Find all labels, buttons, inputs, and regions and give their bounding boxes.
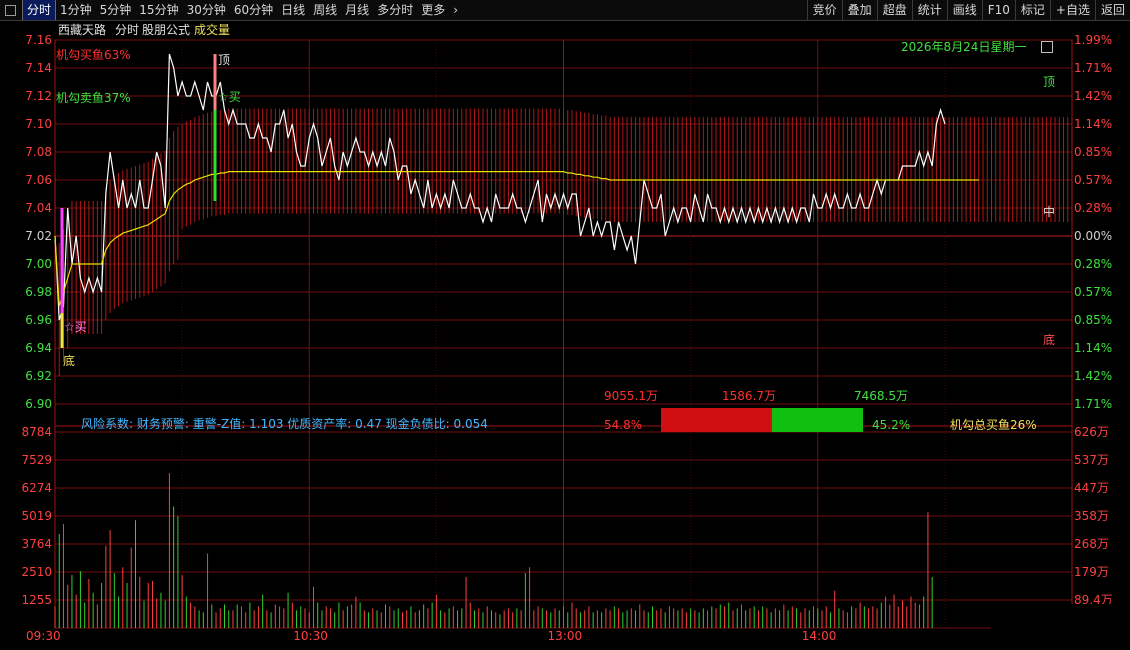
watermark-logo bbox=[991, 604, 1130, 650]
price-tick-label: 7.12 bbox=[25, 89, 52, 103]
formula-name: 股朋公式 bbox=[142, 23, 191, 37]
price-tick-label: 7.16 bbox=[25, 33, 52, 47]
percent-tick-label: 0.85% bbox=[1074, 313, 1113, 327]
price-tick-label: 7.06 bbox=[25, 173, 52, 187]
top-signal-label: 顶 bbox=[218, 53, 231, 67]
percent-tick-label: 1.99% bbox=[1074, 33, 1113, 47]
volume-tick-label: 2510 bbox=[21, 565, 52, 579]
amount-tick-label: 358万 bbox=[1074, 509, 1109, 523]
indicator-name: 成交量 bbox=[194, 23, 231, 37]
minimize-icon[interactable] bbox=[1041, 41, 1053, 53]
amount-tick-label: 447万 bbox=[1074, 481, 1109, 495]
price-tick-label: 7.08 bbox=[25, 145, 52, 159]
flow-red-bar bbox=[661, 408, 772, 432]
amount-tick-label: 537万 bbox=[1074, 453, 1109, 467]
right-bottom-label: 底 bbox=[1043, 333, 1056, 347]
percent-tick-label: 1.14% bbox=[1074, 117, 1113, 131]
chart-date: 2026年8月24日星期一 bbox=[901, 40, 1027, 54]
intraday-chart[interactable] bbox=[0, 0, 1130, 650]
price-tick-label: 7.04 bbox=[25, 201, 52, 215]
percent-tick-label: 0.28% bbox=[1074, 201, 1113, 215]
time-tick-label: 10:30 bbox=[293, 629, 328, 643]
percent-tick-label: 0.57% bbox=[1074, 285, 1113, 299]
right-top-label: 顶 bbox=[1043, 75, 1056, 89]
buy-signal-bottom: ☆买 bbox=[64, 320, 87, 334]
chart-mode: 分时 bbox=[115, 23, 140, 37]
price-tick-label: 7.14 bbox=[25, 61, 52, 75]
price-tick-label: 7.10 bbox=[25, 117, 52, 131]
price-tick-label: 6.90 bbox=[25, 397, 52, 411]
percent-tick-label: 1.42% bbox=[1074, 89, 1113, 103]
amount-tick-label: 179万 bbox=[1074, 565, 1109, 579]
mid-amount: 1586.7万 bbox=[722, 389, 776, 403]
percent-tick-label: 0.28% bbox=[1074, 257, 1113, 271]
flow-green-bar bbox=[771, 408, 863, 432]
percent-tick-label: 1.71% bbox=[1074, 397, 1113, 411]
amount-tick-label: 626万 bbox=[1074, 425, 1109, 439]
bottom-signal-label: 底 bbox=[63, 354, 76, 368]
volume-tick-label: 5019 bbox=[21, 509, 52, 523]
sell-ratio-label: 机勾卖鱼37% bbox=[56, 91, 131, 105]
red-amount: 9055.1万 bbox=[604, 389, 658, 403]
price-tick-label: 6.92 bbox=[25, 369, 52, 383]
volume-tick-label: 6274 bbox=[21, 481, 52, 495]
amount-tick-label: 268万 bbox=[1074, 537, 1109, 551]
price-tick-label: 6.96 bbox=[25, 313, 52, 327]
percent-tick-label: 0.85% bbox=[1074, 145, 1113, 159]
risk-info: 风险系数: 财务预警: 重警-Z值: 1.103 优质资产率: 0.47 现金负… bbox=[81, 417, 488, 431]
volume-tick-label: 3764 bbox=[21, 537, 52, 551]
percent-tick-label: 1.42% bbox=[1074, 369, 1113, 383]
percent-tick-label: 1.71% bbox=[1074, 61, 1113, 75]
right-mid-label: 中 bbox=[1043, 205, 1056, 219]
price-tick-label: 7.00 bbox=[25, 257, 52, 271]
time-tick-label: 09:30 bbox=[26, 629, 61, 643]
buy-signal-top: ☆买 bbox=[218, 90, 241, 104]
price-tick-label: 7.02 bbox=[25, 229, 52, 243]
percent-tick-label: 0.57% bbox=[1074, 173, 1113, 187]
green-percent: 45.2% bbox=[872, 418, 911, 432]
volume-tick-label: 8784 bbox=[21, 425, 52, 439]
time-tick-label: 13:00 bbox=[547, 629, 583, 643]
volume-tick-label: 7529 bbox=[21, 453, 52, 467]
green-amount: 7468.5万 bbox=[854, 389, 908, 403]
percent-tick-label: 0.00% bbox=[1074, 229, 1113, 243]
price-tick-label: 6.94 bbox=[25, 341, 52, 355]
red-percent: 54.8% bbox=[604, 418, 643, 432]
total-ratio: 机勾总买鱼26% bbox=[950, 418, 1037, 432]
price-tick-label: 6.98 bbox=[25, 285, 52, 299]
time-tick-label: 14:00 bbox=[801, 629, 837, 643]
stock-name: 西藏天路 bbox=[58, 23, 107, 37]
percent-tick-label: 1.14% bbox=[1074, 341, 1113, 355]
buy-ratio-label: 机勾买鱼63% bbox=[56, 48, 131, 62]
volume-tick-label: 1255 bbox=[21, 593, 52, 607]
